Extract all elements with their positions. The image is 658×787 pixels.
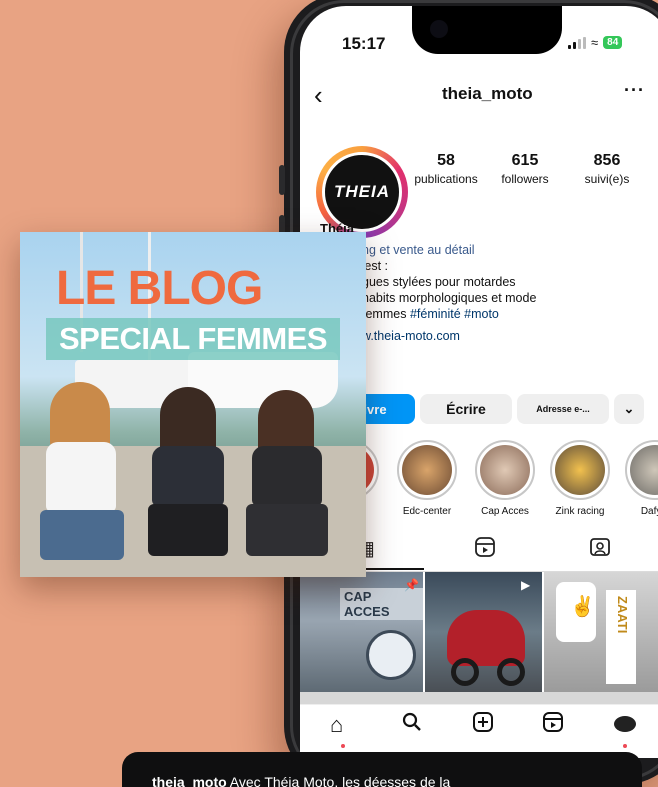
blog-card-title: LE BLOG xyxy=(56,262,263,315)
more-options-button[interactable]: ··· xyxy=(624,80,645,101)
profile-notification-dot xyxy=(623,744,627,748)
stat-followers-label: followers xyxy=(501,172,549,186)
stat-followers-value: 615 xyxy=(511,152,539,169)
post-map-sticker xyxy=(366,630,416,680)
back-button[interactable]: ‹ xyxy=(314,80,323,111)
blog-card-subtitle: SPECIAL FEMMES xyxy=(46,318,340,360)
status-icons: ≈ 84 xyxy=(568,35,623,50)
status-time: 15:17 xyxy=(342,34,386,53)
profile-tab-avatar[interactable] xyxy=(614,716,636,732)
avatar[interactable]: THEIA xyxy=(322,152,402,232)
card-person-top xyxy=(252,446,322,506)
grid-post[interactable]: ▶ xyxy=(425,572,542,692)
avatar-logo-text: THEIA xyxy=(334,182,390,201)
reel-badge-icon: ▶ xyxy=(521,578,531,592)
message-button[interactable]: Écrire xyxy=(420,394,512,424)
post-wheel-shape xyxy=(451,658,479,686)
stat-publications[interactable]: 58 publications xyxy=(406,152,486,188)
highlight-item[interactable]: Dafy c xyxy=(624,440,658,517)
card-person-jeans xyxy=(148,504,228,556)
caption-username: theia_moto xyxy=(152,774,227,787)
stat-following-value: 856 xyxy=(593,152,621,169)
highlight-label: Edc-center xyxy=(402,506,452,517)
highlight-item[interactable]: Cap Acces xyxy=(474,440,536,517)
card-person-top xyxy=(152,446,224,506)
pinned-icon: 📌 xyxy=(404,578,419,592)
profile-category: ng et vente au détail xyxy=(362,243,475,257)
bio-line-3: habits morphologiques et mode xyxy=(362,291,537,305)
highlight-item[interactable]: Zink racing xyxy=(549,440,611,517)
grid-post[interactable]: ✌ ZAATI xyxy=(544,572,658,692)
stat-followers[interactable]: 615 followers xyxy=(488,152,562,188)
post-sign-text: CAP ACCES xyxy=(340,588,423,620)
reels-tab-icon[interactable] xyxy=(474,536,496,564)
post-wheel-shape xyxy=(497,658,525,686)
create-post-icon[interactable] xyxy=(473,712,493,738)
card-person-jeans xyxy=(40,510,124,560)
post-victory-icon: ✌ xyxy=(570,596,595,618)
stat-publications-label: publications xyxy=(414,172,478,186)
stat-publications-value: 58 xyxy=(437,152,455,169)
profile-username: theia_moto xyxy=(442,84,533,103)
grid-post[interactable]: CAP ACCES 📌 xyxy=(300,572,423,692)
battery-indicator: 84 xyxy=(603,36,623,49)
suggested-expand-button[interactable]: ⌄ xyxy=(614,394,644,424)
home-icon[interactable]: ⌂ xyxy=(330,712,343,738)
stat-following[interactable]: 856 suivi(e)s xyxy=(572,152,642,188)
highlight-label: Zink racing xyxy=(555,506,605,517)
search-icon[interactable] xyxy=(402,712,422,738)
bio-hashtags[interactable]: #féminité #moto xyxy=(410,307,499,321)
card-person-jeans xyxy=(246,504,328,556)
reels-icon[interactable] xyxy=(543,712,563,738)
highlight-label: Dafy c xyxy=(640,506,658,517)
phone-mute-switch xyxy=(279,165,285,195)
stat-following-label: suivi(e)s xyxy=(584,172,630,186)
highlight-item[interactable]: Edc-center xyxy=(396,440,458,517)
post-vertical-text: ZAATI xyxy=(615,596,630,634)
email-button[interactable]: Adresse e-... xyxy=(517,394,609,424)
home-notification-dot xyxy=(341,744,345,748)
bio-line-4-text: femmes xyxy=(362,307,410,321)
caption-bubble: theia_moto Avec Théia Moto, les déesses … xyxy=(122,752,642,787)
signal-icon xyxy=(568,36,586,49)
bio-line-2: gues stylées pour motardes xyxy=(362,275,516,289)
highlight-label: Cap Acces xyxy=(481,506,529,517)
grid-next-row xyxy=(300,692,658,704)
caption-text: Avec Théia Moto, les déesses de la xyxy=(226,774,451,787)
card-person-top xyxy=(46,442,116,512)
front-camera xyxy=(430,20,448,38)
wifi-icon: ≈ xyxy=(591,35,599,50)
bio-website-link[interactable]: w.theia-moto.com xyxy=(362,329,460,343)
tagged-tab-icon[interactable] xyxy=(589,536,611,564)
bio-line-4: femmes #féminité #moto xyxy=(362,307,499,321)
